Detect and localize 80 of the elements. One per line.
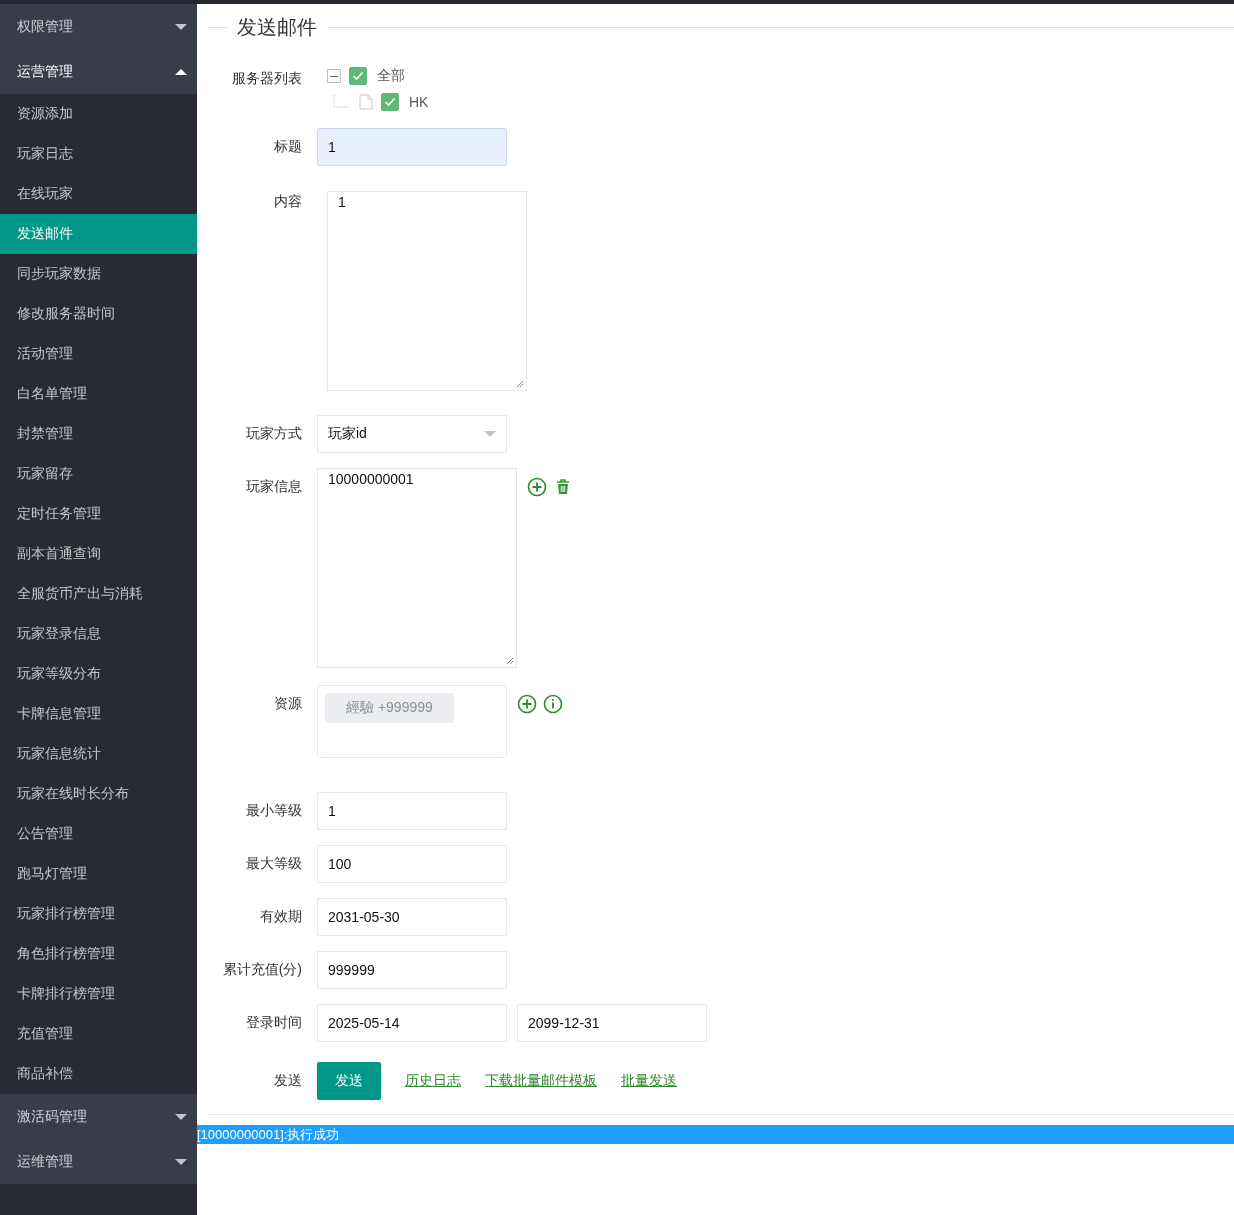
text-link[interactable]: 历史日志 <box>405 1072 461 1090</box>
menu-group-label: 激活码管理 <box>17 1107 87 1126</box>
collapse-toggle[interactable] <box>327 69 341 83</box>
text-field[interactable]: 999999 <box>317 951 507 989</box>
menu-item[interactable]: 玩家等级分布 <box>0 654 197 694</box>
menu-item[interactable]: 副本首通查询 <box>0 534 197 574</box>
date-field[interactable]: 2025-05-14 <box>317 1004 507 1042</box>
caret-down-icon <box>175 1113 187 1120</box>
menu-group-label: 运维管理 <box>17 1152 73 1171</box>
menu-item[interactable]: 玩家日志 <box>0 134 197 174</box>
field-label: 服务器列表 <box>231 69 302 88</box>
menu-item[interactable]: 玩家信息统计 <box>0 734 197 774</box>
text-field[interactable]: 100 <box>317 845 507 883</box>
field-label: 有效期 <box>259 907 302 926</box>
menu-item[interactable]: 玩家排行榜管理 <box>0 894 197 934</box>
menu-item[interactable]: 商品补偿 <box>0 1054 197 1094</box>
text-link[interactable]: 下载批量邮件模板 <box>485 1072 597 1090</box>
tree-node-label: 全部 <box>377 67 405 85</box>
info-icon[interactable] <box>543 694 563 714</box>
file-icon <box>359 94 373 110</box>
menu-item[interactable]: 卡牌排行榜管理 <box>0 974 197 1014</box>
select-dropdown[interactable]: 玩家id <box>317 415 507 453</box>
checkbox[interactable] <box>381 93 399 111</box>
menu-item[interactable]: 跑马灯管理 <box>0 854 197 894</box>
menu-item[interactable]: 公告管理 <box>0 814 197 854</box>
text-area[interactable]: 10000000001 <box>317 468 517 668</box>
date-field[interactable]: 2099-12-31 <box>517 1004 707 1042</box>
checkbox[interactable] <box>349 67 367 85</box>
field-label: 玩家方式 <box>245 424 302 443</box>
menu-item[interactable]: 在线玩家 <box>0 174 197 214</box>
status-message: [10000000001]:执行成功 <box>197 1125 1234 1144</box>
menu-item[interactable]: 资源添加 <box>0 94 197 134</box>
field-label: 累计充值(分) <box>221 960 302 979</box>
menu-item[interactable]: 发送邮件 <box>0 214 197 254</box>
text-field[interactable]: 2031-05-30 <box>317 898 507 936</box>
section-title: 发送邮件 <box>236 15 318 40</box>
menu-group[interactable]: 激活码管理 <box>0 1094 197 1139</box>
menu-item[interactable]: 充值管理 <box>0 1014 197 1054</box>
menu-item[interactable]: 封禁管理 <box>0 414 197 454</box>
tree-connector <box>333 95 351 109</box>
add-circle-icon[interactable] <box>527 477 547 497</box>
menu-item[interactable]: 修改服务器时间 <box>0 294 197 334</box>
caret-down-icon <box>175 23 187 30</box>
text-link[interactable]: 批量发送 <box>621 1072 677 1090</box>
menu-item[interactable]: 卡牌信息管理 <box>0 694 197 734</box>
menu-group-label: 权限管理 <box>17 17 73 36</box>
menu-item[interactable]: 玩家在线时长分布 <box>0 774 197 814</box>
menu-item[interactable]: 角色排行榜管理 <box>0 934 197 974</box>
menu-group[interactable]: 权限管理 <box>0 4 197 49</box>
tree-node-label: HK <box>409 94 429 110</box>
check-icon <box>384 97 396 107</box>
resize-grip-icon[interactable] <box>506 657 514 665</box>
menu-group[interactable]: 运营管理 <box>0 49 197 94</box>
menu-item[interactable]: 白名单管理 <box>0 374 197 414</box>
field-label: 标题 <box>273 137 302 156</box>
menu-item[interactable]: 同步玩家数据 <box>0 254 197 294</box>
menu-item[interactable]: 玩家留存 <box>0 454 197 494</box>
check-icon <box>352 71 364 81</box>
menu-group-label: 运营管理 <box>17 62 73 81</box>
field-label: 发送 <box>273 1072 302 1090</box>
field-label: 最大等级 <box>245 854 302 873</box>
field-label: 内容 <box>273 192 302 211</box>
caret-icon <box>484 431 496 437</box>
send-button[interactable]: 发送 <box>317 1062 381 1100</box>
caret-up-icon <box>175 68 187 75</box>
resize-grip-icon[interactable] <box>516 380 524 388</box>
field-label: 玩家信息 <box>245 477 302 496</box>
text-area[interactable]: 1 <box>327 191 527 391</box>
add-circle-icon[interactable] <box>517 694 537 714</box>
menu-item[interactable]: 活动管理 <box>0 334 197 374</box>
field-label: 最小等级 <box>245 801 302 820</box>
field-label: 资源 <box>273 694 302 713</box>
menu-item[interactable]: 玩家登录信息 <box>0 614 197 654</box>
menu-item[interactable]: 全服货币产出与消耗 <box>0 574 197 614</box>
field-label: 登录时间 <box>245 1013 302 1032</box>
caret-down-icon <box>175 1158 187 1165</box>
menu-group[interactable]: 运维管理 <box>0 1139 197 1184</box>
menu-item[interactable]: 定时任务管理 <box>0 494 197 534</box>
text-field[interactable]: 1 <box>317 128 507 166</box>
text-field[interactable]: 1 <box>317 792 507 830</box>
